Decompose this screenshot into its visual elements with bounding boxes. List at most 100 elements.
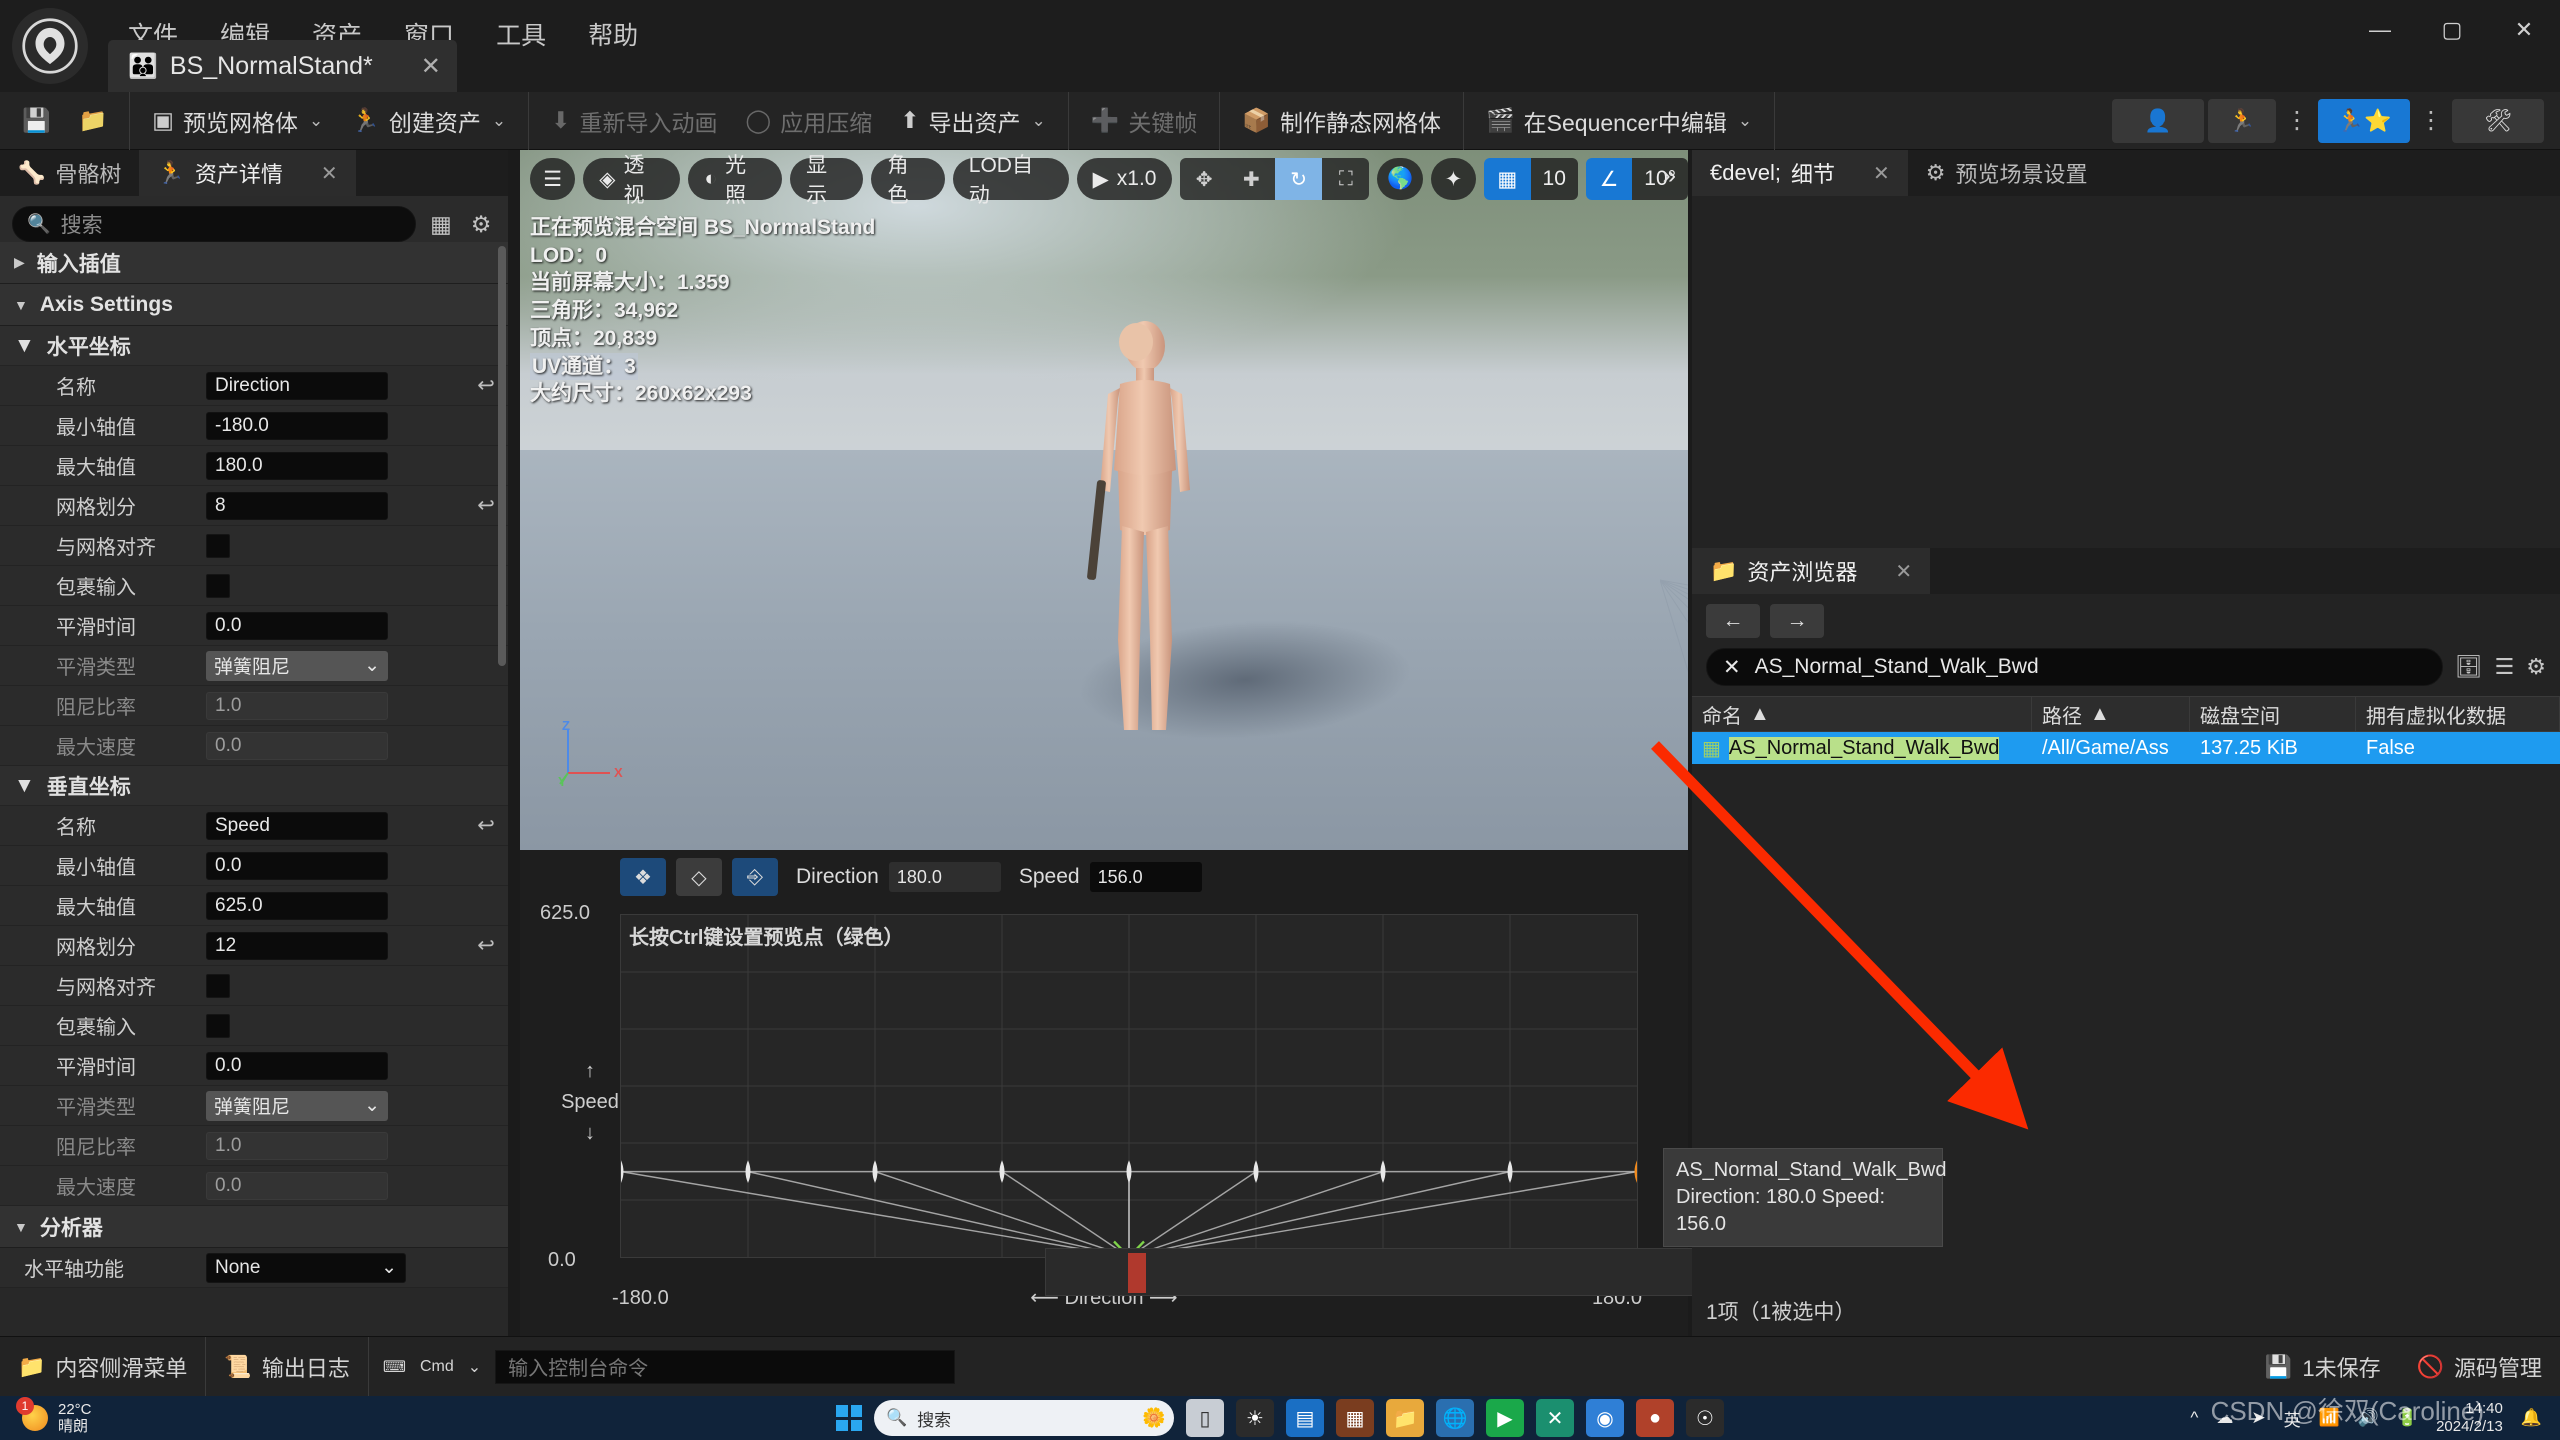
viewport-lod-button[interactable]: LOD自动 [952, 154, 1069, 207]
blendspace-sample-point[interactable] [872, 1160, 878, 1184]
blendspace-sample-point[interactable] [1634, 1160, 1640, 1184]
tab-preview-scene-settings[interactable]: ⚙ 预览场景设置 [1908, 150, 2106, 196]
blendspace-sample-point[interactable] [618, 1160, 624, 1184]
file-explorer-icon[interactable]: 📁 [1386, 1399, 1424, 1437]
start-button-icon[interactable] [836, 1405, 862, 1431]
close-icon[interactable]: ✕ [421, 52, 441, 81]
blendspace-sample-point[interactable] [1253, 1160, 1259, 1184]
text-input[interactable]: 1.0 [206, 691, 388, 720]
property-subcategory[interactable]: ▼ 垂直坐标 [0, 766, 508, 806]
export-asset-button[interactable]: ⬆ 导出资产 ⌄ [888, 98, 1058, 144]
rotate-icon[interactable]: ↻ [1274, 158, 1323, 200]
checkbox[interactable] [206, 1013, 230, 1038]
arrow-right-icon[interactable]: → [1770, 604, 1824, 638]
blendspace-speed-input[interactable]: 156.0 [1089, 862, 1202, 892]
column-header-virtualized[interactable]: 拥有虚拟化数据 [2356, 697, 2560, 731]
show-samples-icon[interactable]: ❖ [620, 858, 666, 896]
property-subcategory[interactable]: ▼ 水平坐标 [0, 326, 508, 366]
make-static-mesh-button[interactable]: 📦 制作静态网格体 [1230, 98, 1453, 144]
blendspace-sample-point[interactable] [1507, 1160, 1513, 1184]
maximize-button[interactable]: ▢ [2416, 0, 2488, 60]
text-input[interactable]: 180.0 [206, 451, 388, 480]
more-options-icon[interactable]: ⋮ [2280, 99, 2314, 143]
select-sample-icon[interactable]: ⎆ [732, 858, 778, 896]
show-triangulation-icon[interactable]: ◇ [676, 858, 722, 896]
viewport-overflow-icon[interactable]: » [1663, 162, 1676, 190]
select-icon[interactable]: ✥ [1180, 158, 1227, 200]
timeline-scrubber[interactable] [1128, 1253, 1146, 1293]
store-icon[interactable]: ▤ [1286, 1399, 1324, 1437]
save-search-icon[interactable]: 🗄 [2455, 654, 2483, 680]
app-icon[interactable]: ● [1636, 1399, 1674, 1437]
asset-filter-input[interactable]: ✕ AS_Normal_Stand_Walk_Bwd [1706, 648, 2443, 686]
viewport-playrate-button[interactable]: ▶ x1.0 [1076, 158, 1173, 200]
property-category[interactable]: ▶ 输入插值 [0, 242, 508, 284]
anim-mode-button[interactable]: 🏃 [2208, 98, 2276, 143]
weather-widget[interactable]: 1 22°C 晴朗 [0, 1397, 92, 1436]
close-window-button[interactable]: ✕ [2488, 0, 2560, 60]
unreal-logo-icon[interactable] [12, 8, 88, 84]
taskview-icon[interactable]: ▯ [1186, 1399, 1224, 1437]
grid-snap-control[interactable]: ▦ 10 [1484, 158, 1578, 200]
blendspace-sample-point[interactable] [999, 1160, 1005, 1184]
content-drawer-button[interactable]: 📁 内容侧滑菜单 [0, 1336, 207, 1397]
dropdown[interactable]: None ⌄ [206, 1252, 406, 1283]
taskbar-search-input[interactable]: 🔍 搜索 🌼 [874, 1400, 1174, 1436]
notification-bell-icon[interactable]: 🔔 [2521, 1408, 2542, 1428]
unreal-taskbar-icon[interactable]: ☉ [1686, 1399, 1724, 1437]
blendspace-sample-point[interactable] [1380, 1160, 1386, 1184]
text-input[interactable]: Direction [206, 371, 388, 400]
text-input[interactable]: 0.0 [206, 1171, 388, 1200]
text-input[interactable]: Speed [206, 811, 388, 840]
blendspace-direction-input[interactable]: 180.0 [888, 862, 1001, 892]
viewport-show-button[interactable]: 显示 [790, 154, 864, 207]
menu-tools[interactable]: 工具 [478, 10, 564, 58]
column-header-disk[interactable]: 磁盘空间 [2190, 697, 2356, 731]
close-icon[interactable]: ✕ [321, 161, 338, 186]
edit-in-sequencer-button[interactable]: 🎬 在Sequencer中编辑 ⌄ [1474, 98, 1764, 144]
clear-icon[interactable]: ✕ [1723, 655, 1741, 680]
text-input[interactable]: 0.0 [206, 611, 388, 640]
text-input[interactable]: 0.0 [206, 1051, 388, 1080]
tab-asset-browser[interactable]: 📁 资产浏览器 ✕ [1692, 548, 1931, 594]
blendspace-sample-point[interactable] [745, 1160, 751, 1184]
revert-icon[interactable]: ↩ [464, 813, 508, 838]
reimport-anim-button[interactable]: ⬇ 重新导入动画 [539, 98, 729, 144]
unsaved-indicator[interactable]: 💾 1未保存 [2247, 1337, 2399, 1397]
search-input[interactable]: 🔍 搜索 [12, 206, 416, 242]
text-input[interactable]: 0.0 [206, 851, 388, 880]
checkbox[interactable] [206, 573, 230, 598]
edge-icon[interactable]: 🌐 [1436, 1399, 1474, 1437]
viewport-character-button[interactable]: 角色 [871, 154, 945, 207]
keyframe-button[interactable]: ➕ 关键帧 [1079, 98, 1210, 144]
table-row[interactable]: ▦ AS_Normal_Stand_Walk_Bwd /All/Game/Ass… [1692, 732, 2560, 764]
text-input[interactable]: 12 [206, 931, 388, 960]
minimize-button[interactable]: — [2344, 0, 2416, 60]
blendspace-sample-point[interactable] [1126, 1160, 1132, 1184]
dropdown[interactable]: 弹簧阻尼 ⌄ [206, 650, 388, 681]
grid-view-icon[interactable]: ▦ [426, 211, 456, 238]
text-input[interactable]: 1.0 [206, 1131, 388, 1160]
chevron-down-icon[interactable]: ⌄ [468, 1357, 481, 1377]
settings-mode-button[interactable]: 🛠 [2452, 98, 2544, 143]
text-input[interactable]: 8 [206, 491, 388, 520]
console-input[interactable]: 输入控制台命令 [495, 1349, 956, 1384]
chevron-up-icon[interactable]: ^ [2190, 1408, 2198, 1428]
gear-icon[interactable]: ⚙ [466, 211, 496, 238]
left-panel-scrollbar[interactable] [498, 246, 506, 666]
tab-skeleton-tree[interactable]: 🦴 骨骼树 [0, 150, 139, 196]
gear-icon[interactable]: ⚙ [2526, 654, 2546, 680]
widgets-icon[interactable]: ☀ [1236, 1399, 1274, 1437]
preview-mesh-button[interactable]: ▣ 预览网格体 ⌄ [140, 98, 335, 144]
media-player-icon[interactable]: ▶ [1486, 1399, 1524, 1437]
save-button[interactable]: 💾 [10, 101, 63, 140]
preview-viewport[interactable]: ☰ ◈ 透视 ◐ 光照 显示 角色 LOD自动 ▶ x1.0 ✥ ✚ ↻ ⛶ 🌎… [520, 150, 1688, 850]
dropdown[interactable]: 弹簧阻尼 ⌄ [206, 1090, 388, 1121]
text-input[interactable]: -180.0 [206, 411, 388, 440]
checkbox[interactable] [206, 973, 230, 998]
more-options-icon-2[interactable]: ⋮ [2414, 99, 2448, 143]
browse-button[interactable]: 📁 [67, 101, 120, 140]
hamburger-icon[interactable]: ☰ [530, 158, 576, 200]
output-log-button[interactable]: 📜 输出日志 [206, 1336, 369, 1397]
source-control-button[interactable]: 🚫 源码管理 [2399, 1337, 2560, 1397]
